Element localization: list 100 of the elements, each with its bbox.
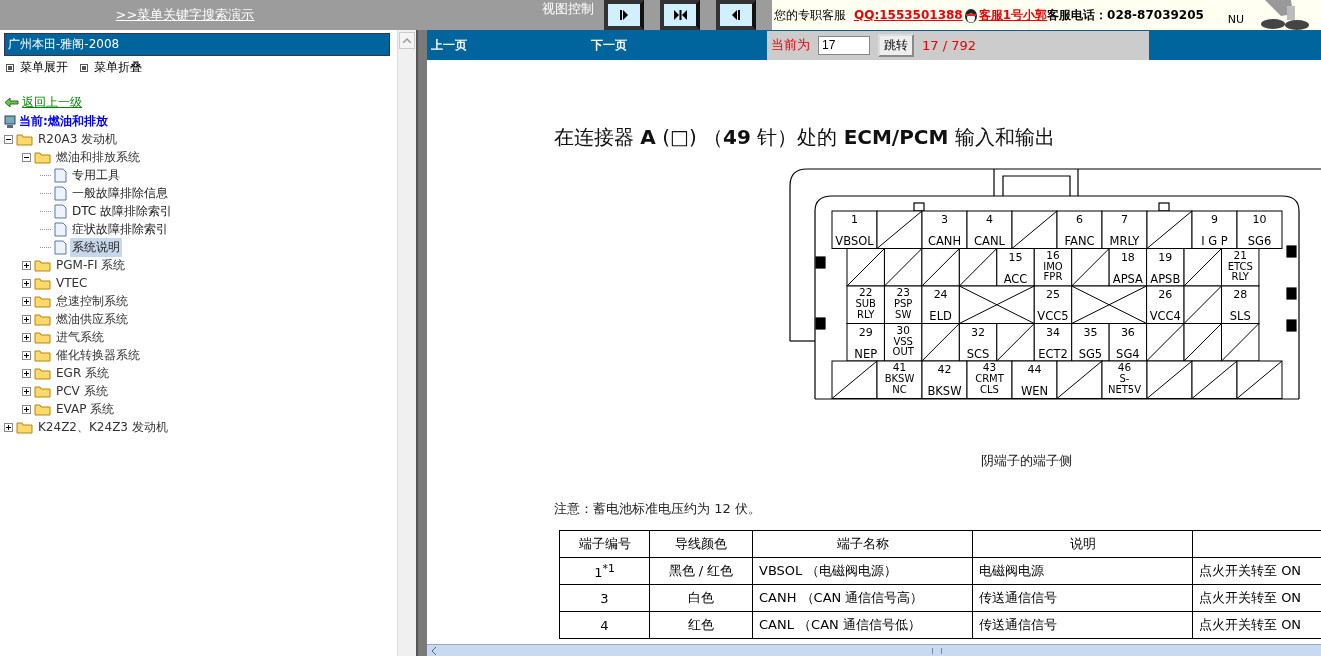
horizontal-scrollbar[interactable] xyxy=(427,644,1321,656)
pin-number: 1 xyxy=(851,213,858,226)
pin-number: 34 xyxy=(1045,325,1060,339)
pin-cell xyxy=(1221,248,1260,287)
tree-item[interactable]: 进气系统 xyxy=(54,327,106,347)
page-input[interactable]: 17 xyxy=(818,35,870,55)
expand-toggle[interactable] xyxy=(22,260,31,270)
pin-number: 7 xyxy=(1121,213,1128,226)
pin-label: FANC xyxy=(1064,234,1095,248)
column-header: 端子名称 xyxy=(752,530,973,558)
phone-text: 客服电话：028-87039205 xyxy=(1047,6,1204,24)
next-page-link[interactable]: 下一页 xyxy=(591,36,627,54)
pin-label: VBSOL xyxy=(835,234,874,248)
view-control-label: 视图控制 xyxy=(542,0,594,18)
jump-button[interactable]: 跳转 xyxy=(878,33,914,57)
tree-item[interactable]: EGR 系统 xyxy=(54,363,112,383)
pin-label: I G P xyxy=(1201,234,1228,248)
pin-number: 32 xyxy=(971,325,986,339)
pin-cell xyxy=(1108,323,1148,362)
expand-toggle[interactable] xyxy=(22,332,31,342)
expand-toggle[interactable] xyxy=(4,422,13,432)
pin-cell xyxy=(958,323,998,362)
tree-item[interactable]: 燃油和排放系统 xyxy=(54,147,142,167)
pin-label: PSP SW xyxy=(893,298,913,320)
pin-number: 28 xyxy=(1233,288,1248,301)
unused-pin-drawing xyxy=(831,360,878,399)
pin-number: 44 xyxy=(1027,363,1042,376)
menu-action-link[interactable]: 菜单折叠 xyxy=(80,59,142,76)
folder-icon xyxy=(34,312,51,326)
expand-toggle[interactable] xyxy=(22,296,31,306)
view-button[interactable] xyxy=(604,0,644,30)
menu-action-link[interactable]: 菜单展开 xyxy=(6,59,68,76)
plus-icon xyxy=(23,351,30,359)
tree-item[interactable]: 专用工具 xyxy=(70,165,122,185)
sidebar-title: 广州本田-雅阁-2008 xyxy=(4,33,390,56)
pin-label: BKSW NC xyxy=(884,373,915,395)
pin-cell xyxy=(1146,248,1185,287)
expand-toggle[interactable] xyxy=(22,278,31,288)
unused-pin-drawing xyxy=(921,248,960,287)
tree-item[interactable]: 系统说明 xyxy=(70,237,122,257)
pin-number: 29 xyxy=(858,325,873,339)
document-icon xyxy=(54,185,67,201)
pin-label: ELD xyxy=(929,309,952,323)
pin-number: 10 xyxy=(1252,213,1267,226)
tree-item[interactable]: K24Z2、K24Z3 发动机 xyxy=(36,417,170,437)
table-cell: 4 xyxy=(559,611,650,639)
tree-item[interactable]: 怠速控制系统 xyxy=(54,291,130,311)
table-cell: 传送通信信号 xyxy=(972,584,1193,612)
tree-item[interactable]: 燃油供应系统 xyxy=(54,309,130,329)
tree-item[interactable]: 一般故障排除信息 xyxy=(70,183,170,203)
table-cell: 3 xyxy=(559,584,650,612)
expand-toggle[interactable] xyxy=(22,386,31,396)
unused-pin-drawing xyxy=(996,323,1035,362)
expand-toggle[interactable] xyxy=(22,314,31,324)
folder-icon xyxy=(34,258,51,272)
unused-pin-drawing xyxy=(1011,210,1058,249)
view-button[interactable] xyxy=(716,0,756,30)
collapse-toggle[interactable] xyxy=(4,134,13,144)
qq-link[interactable]: QQ:1553501388 xyxy=(854,8,963,22)
plus-icon xyxy=(23,297,30,305)
pin-label: ETCS RLY xyxy=(1227,260,1253,282)
expand-toggle[interactable] xyxy=(22,404,31,414)
square-icon xyxy=(80,63,88,72)
tree-item[interactable]: 催化转换器系统 xyxy=(54,345,142,365)
table-cell: 红色 xyxy=(649,611,753,639)
tree-item[interactable]: 症状故障排除索引 xyxy=(70,219,170,239)
pin-cell xyxy=(1108,248,1148,287)
pin-number: 41 xyxy=(892,361,907,373)
prev-page-link[interactable]: 上一页 xyxy=(431,36,467,54)
tree-item[interactable]: PGM-FI 系统 xyxy=(54,255,128,275)
pin-number: 23 xyxy=(896,286,910,298)
caret-icon xyxy=(430,646,436,655)
pin-label: SCS xyxy=(966,346,990,361)
view-button[interactable] xyxy=(660,0,700,30)
table-cell: CANH （CAN 通信信号高） xyxy=(752,584,973,612)
unused-pin-drawing xyxy=(1146,210,1193,249)
tree-item[interactable]: DTC 故障排除索引 xyxy=(70,201,175,221)
pin-label: VSS OUT xyxy=(892,335,914,357)
pin-label: WEN xyxy=(1020,384,1049,398)
pin-number: 16 xyxy=(1046,248,1060,261)
column-header: 说明 xyxy=(972,530,1193,558)
tree-item[interactable]: VTEC xyxy=(54,275,90,291)
table-cell: 电磁阀电源 xyxy=(972,557,1193,585)
tree-item[interactable]: R20A3 发动机 xyxy=(36,129,120,149)
computer-icon xyxy=(4,114,16,129)
agent-link[interactable]: 客服1号小郭 xyxy=(978,6,1048,24)
expand-toggle[interactable] xyxy=(22,368,31,378)
scroll-up-button[interactable] xyxy=(399,32,415,49)
back-link[interactable]: 返回上一级 xyxy=(22,94,82,111)
folder-icon xyxy=(16,132,33,146)
unused-pin-drawing xyxy=(1056,360,1103,399)
expand-toggle[interactable] xyxy=(22,350,31,360)
tree-item[interactable]: EVAP 系统 xyxy=(54,399,117,419)
pin-cell xyxy=(921,285,960,324)
pin-cell xyxy=(1221,285,1260,324)
pin-number: 30 xyxy=(896,323,910,336)
tree-item[interactable]: PCV 系统 xyxy=(54,381,110,401)
folder-icon xyxy=(34,366,51,380)
collapse-toggle[interactable] xyxy=(22,152,31,162)
unused-pin-drawing xyxy=(876,210,923,249)
